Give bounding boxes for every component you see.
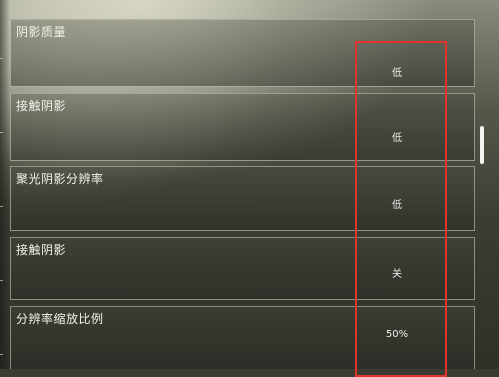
setting-label: 接触阴影 [16, 99, 67, 113]
scrollbar-thumb[interactable] [480, 126, 484, 164]
setting-value-selector[interactable]: 低 [392, 129, 402, 144]
setting-row-resolution-scale[interactable]: 分辨率缩放比例 50% [10, 306, 475, 369]
panel-left-edge [0, 0, 10, 369]
edge-tick [0, 280, 3, 281]
edge-tick [0, 132, 3, 133]
edge-tick [0, 206, 3, 207]
setting-row-contact-shadow[interactable]: 接触阴影 低 [10, 93, 475, 161]
setting-label: 分辨率缩放比例 [16, 312, 104, 326]
setting-value-selector[interactable]: 低 [392, 196, 402, 211]
setting-row-contact-shadow-2[interactable]: 接触阴影 关 [10, 237, 475, 300]
setting-row-spotlight-shadow-resolution[interactable]: 聚光阴影分辨率 低 [10, 166, 475, 231]
setting-row-shadow-quality[interactable]: 阴影质量 低 [10, 19, 475, 87]
setting-value-selector[interactable]: 低 [392, 64, 402, 79]
setting-value-selector[interactable]: 关 [392, 265, 402, 280]
setting-label: 接触阴影 [16, 243, 67, 257]
setting-label: 聚光阴影分辨率 [16, 172, 104, 186]
setting-value-selector[interactable]: 50% [386, 329, 408, 340]
edge-tick [0, 354, 3, 355]
setting-label: 阴影质量 [16, 25, 67, 39]
edge-tick [0, 58, 3, 59]
